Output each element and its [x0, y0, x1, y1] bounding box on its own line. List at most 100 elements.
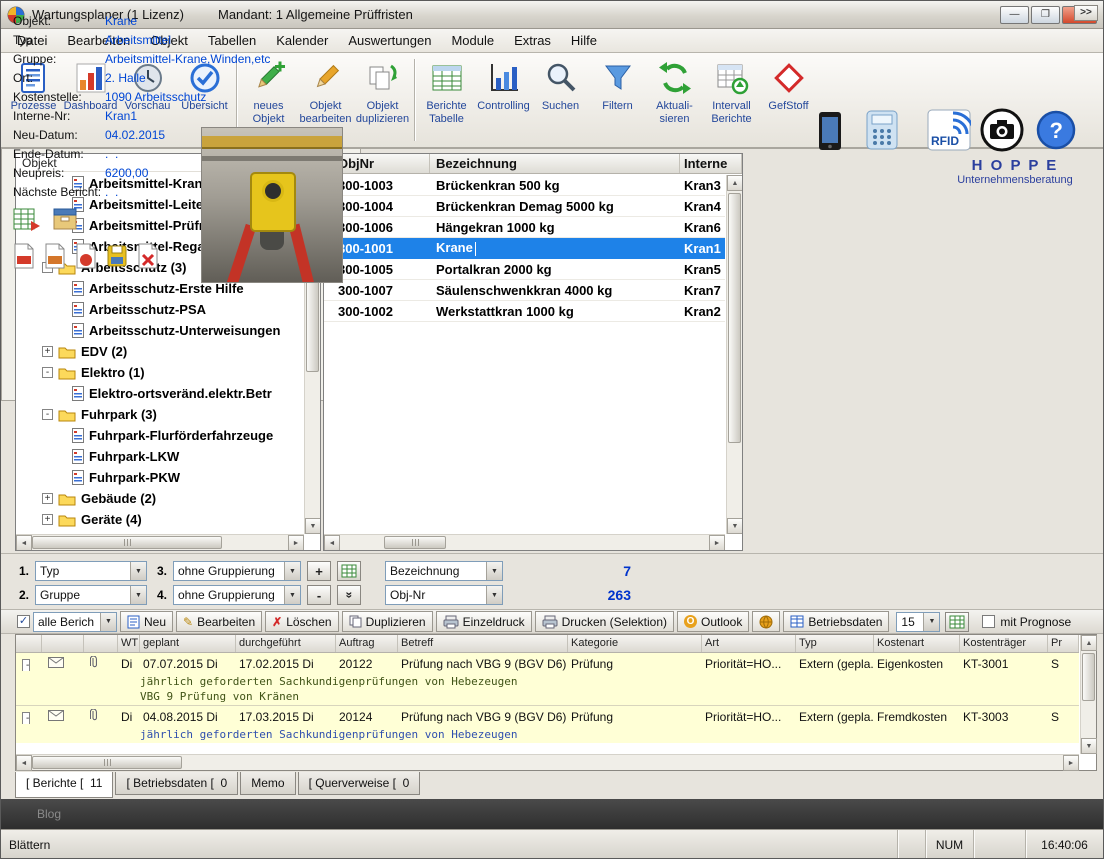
- new-report-button[interactable]: Neu: [120, 611, 173, 632]
- column-durchgefuehrt[interactable]: durchgeführt: [236, 635, 336, 652]
- filter-checkbox[interactable]: ✓: [17, 615, 30, 628]
- object-table-vertical-scrollbar[interactable]: ▲ ▼: [726, 175, 742, 534]
- chevron-down-icon[interactable]: ▼: [130, 586, 146, 604]
- scrollbar-thumb[interactable]: [32, 536, 222, 549]
- scroll-left-icon[interactable]: ◄: [324, 535, 340, 551]
- reports-vertical-scrollbar[interactable]: ▲ ▼: [1080, 635, 1096, 754]
- object-table-horizontal-scrollbar[interactable]: ◄ ►: [324, 534, 725, 550]
- remove-grouping-button[interactable]: -: [307, 585, 331, 605]
- tab-berichte[interactable]: [ Berichte [ 11: [15, 772, 113, 798]
- tree-item[interactable]: Fuhrpark-LKW: [16, 446, 304, 467]
- export-grid-icon[interactable]: [13, 207, 41, 233]
- column-geplant[interactable]: geplant: [140, 635, 236, 652]
- scroll-right-icon[interactable]: ►: [709, 535, 725, 551]
- scrollbar-thumb[interactable]: [728, 193, 741, 443]
- duplicate-report-button[interactable]: Duplizieren: [342, 611, 433, 632]
- grouping-select-4[interactable]: ohne Gruppierung▼: [173, 585, 301, 605]
- column-typ[interactable]: Typ: [796, 635, 874, 652]
- object-row-selected[interactable]: ▶300-1001KraneKran1: [324, 238, 725, 259]
- report-grid-button[interactable]: [945, 612, 969, 632]
- sort-select-bezeichnung[interactable]: Bezeichnung▼: [385, 561, 503, 581]
- scrollbar-thumb[interactable]: [1082, 653, 1095, 701]
- chevron-down-icon[interactable]: ▼: [284, 562, 300, 580]
- grouping-select-3[interactable]: ohne Gruppierung▼: [173, 561, 301, 581]
- tab-betriebsdaten[interactable]: [ Betriebsdaten [ 0: [115, 772, 238, 795]
- chevron-down-icon[interactable]: ▼: [486, 562, 502, 580]
- collapse-icon[interactable]: -: [42, 367, 53, 378]
- chevron-down-icon[interactable]: ▼: [100, 613, 116, 631]
- edit-report-button[interactable]: ✎Bearbeiten: [176, 611, 262, 632]
- pdf-print-icon[interactable]: [44, 243, 66, 269]
- pdf-mail-icon[interactable]: [75, 243, 97, 269]
- tree-item-folder[interactable]: +EDV (2): [16, 341, 304, 362]
- reports-horizontal-scrollbar[interactable]: ◄ ►: [16, 754, 1079, 770]
- column-betreff[interactable]: Betreff: [398, 635, 568, 652]
- chevron-down-icon[interactable]: ▼: [923, 613, 939, 631]
- web-button[interactable]: [752, 611, 780, 632]
- column-wt[interactable]: WT: [118, 635, 140, 652]
- object-row[interactable]: 300-1002Werkstattkran 1000 kgKran2: [324, 301, 725, 322]
- expand-icon[interactable]: +: [42, 514, 53, 525]
- tree-item-folder[interactable]: -Elektro (1): [16, 362, 304, 383]
- column-art[interactable]: Art: [702, 635, 796, 652]
- prognose-option[interactable]: mit Prognose: [982, 615, 1071, 629]
- add-grouping-button[interactable]: +: [307, 561, 331, 581]
- grouping-select-2[interactable]: Gruppe▼: [35, 585, 147, 605]
- tree-item[interactable]: Fuhrpark-PKW: [16, 467, 304, 488]
- scroll-right-icon[interactable]: ►: [288, 535, 304, 551]
- scrollbar-thumb[interactable]: [32, 756, 182, 769]
- chevron-down-icon[interactable]: ▼: [130, 562, 146, 580]
- column-pr[interactable]: Pr: [1048, 635, 1079, 652]
- single-print-button[interactable]: Einzeldruck: [436, 611, 532, 632]
- column-kostenart[interactable]: Kostenart: [874, 635, 960, 652]
- scroll-right-icon[interactable]: ►: [1063, 755, 1079, 771]
- scroll-up-icon[interactable]: ▲: [1081, 635, 1097, 651]
- tree-item[interactable]: Arbeitsschutz-PSA: [16, 299, 304, 320]
- expand-icon[interactable]: +: [42, 493, 53, 504]
- expand-icon[interactable]: +: [42, 346, 53, 357]
- object-row[interactable]: 300-1006Hängekran 1000 kgKran6: [324, 217, 725, 238]
- chevron-down-icon[interactable]: ▼: [284, 586, 300, 604]
- chevron-down-icon[interactable]: ▼: [486, 586, 502, 604]
- expand-details-button[interactable]: >>: [1074, 5, 1098, 21]
- pdf-export-icon[interactable]: [13, 243, 35, 269]
- maximize-button[interactable]: ❐: [1031, 6, 1060, 24]
- scroll-left-icon[interactable]: ◄: [16, 755, 32, 771]
- column-auftrag[interactable]: Auftrag: [336, 635, 398, 652]
- object-row[interactable]: 300-1005Portalkran 2000 kgKran5: [324, 259, 725, 280]
- tree-item[interactable]: Arbeitsschutz-Unterweisungen: [16, 320, 304, 341]
- column-kostentraeger[interactable]: Kostenträger: [960, 635, 1048, 652]
- report-filter-select[interactable]: alle Berich▼: [33, 612, 117, 632]
- help-icon[interactable]: ?: [1035, 109, 1077, 156]
- grouping-table-button[interactable]: [337, 561, 361, 581]
- collapse-icon[interactable]: -: [42, 409, 53, 420]
- tree-item-folder[interactable]: -Fuhrpark (3): [16, 404, 304, 425]
- floppy-save-icon[interactable]: [106, 243, 128, 269]
- collapse-row-icon[interactable]: -: [22, 659, 30, 671]
- scroll-down-icon[interactable]: ▼: [1081, 738, 1097, 754]
- scroll-down-icon[interactable]: ▼: [727, 518, 743, 534]
- report-row[interactable]: - Di 07.07.2015 Di 17.02.2015 Di 20122 P…: [16, 653, 1079, 675]
- scroll-left-icon[interactable]: ◄: [16, 535, 32, 551]
- expand-all-button[interactable]: »: [337, 585, 361, 605]
- object-row[interactable]: 300-1007Säulenschwenkkran 4000 kgKran7: [324, 280, 725, 301]
- scroll-down-icon[interactable]: ▼: [305, 518, 321, 534]
- tree-horizontal-scrollbar[interactable]: ◄ ►: [16, 534, 304, 550]
- tree-item-folder[interactable]: +Gebäude (2): [16, 488, 304, 509]
- archive-box-icon[interactable]: [51, 207, 79, 233]
- delete-report-button[interactable]: ✗Löschen: [265, 611, 338, 632]
- tab-memo[interactable]: Memo: [240, 772, 295, 795]
- column-kategorie[interactable]: Kategorie: [568, 635, 702, 652]
- delete-document-icon[interactable]: [137, 243, 159, 269]
- grouping-select-1[interactable]: Typ▼: [35, 561, 147, 581]
- page-size-select[interactable]: 15▼: [896, 612, 940, 632]
- betriebsdaten-button[interactable]: Betriebsdaten: [783, 611, 889, 632]
- report-row[interactable]: - Di 04.08.2015 Di 17.03.2015 Di 20124 P…: [16, 706, 1079, 728]
- print-selection-button[interactable]: Drucken (Selektion): [535, 611, 674, 632]
- sort-select-objnr[interactable]: Obj-Nr▼: [385, 585, 503, 605]
- scrollbar-thumb[interactable]: [384, 536, 446, 549]
- collapse-row-icon[interactable]: -: [22, 712, 30, 724]
- minimize-button[interactable]: —: [1000, 6, 1029, 24]
- outlook-button[interactable]: OOutlook: [677, 611, 749, 632]
- prognose-checkbox[interactable]: [982, 615, 995, 628]
